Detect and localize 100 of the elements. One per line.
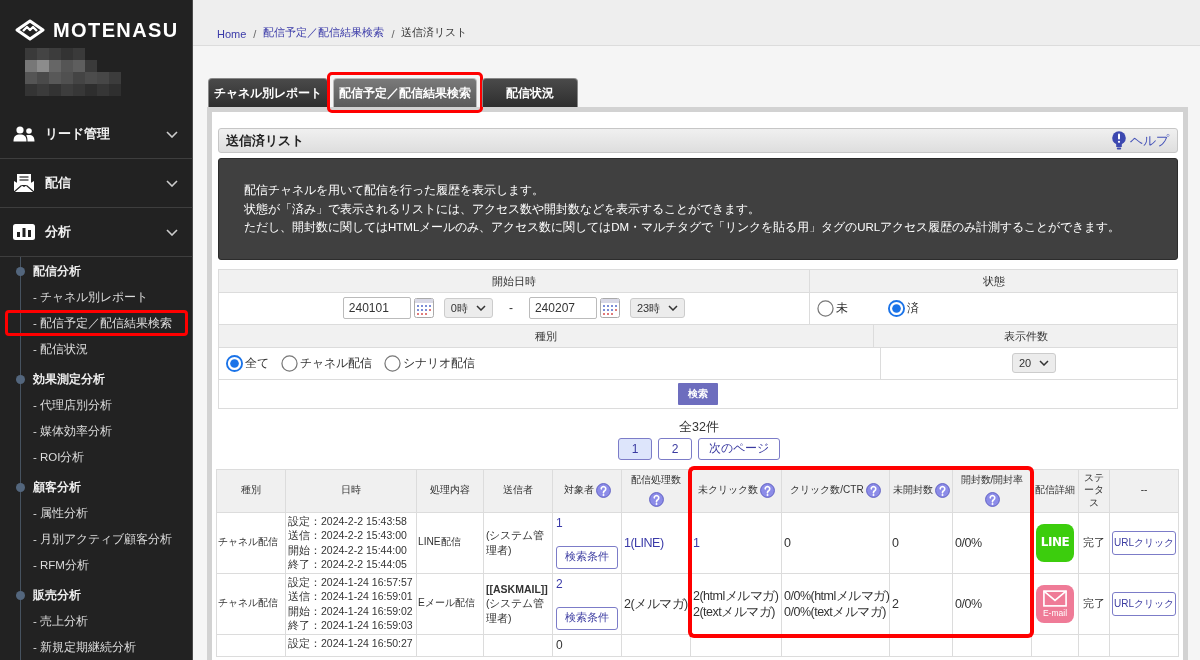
radio-option[interactable]: 未 [817,299,848,317]
radio-button[interactable] [281,354,298,372]
table-cell: 設定：2024-1-24 16:57:57 送信：2024-1-24 16:59:01 開始：2024-1-24 16:59:02 終了：2024-1-24 16:59:03 [286,573,416,634]
search-conditions-button[interactable]: 検索条件 [556,545,618,569]
table-cell: [[ASKMAIL]] (システム管理者) [484,573,552,634]
count-link[interactable]: 2 [556,576,563,591]
nav-item[interactable]: - 配信状況 [33,341,89,357]
help-link[interactable]: ヘルプ [1130,131,1169,150]
nav-section[interactable]: リード管理 [0,110,192,159]
envelope-icon [1043,589,1067,607]
hour-select[interactable]: 0時 [443,298,493,318]
form-heading: 状態 [810,269,1177,292]
group-heading: 効果測定分析 [33,371,105,387]
date-field[interactable]: 240207 [528,297,597,319]
help-icon[interactable] [759,483,775,498]
header-label: -- [1140,484,1148,497]
radio-button[interactable] [817,299,834,317]
table-cell: (システム管理者) [484,512,552,573]
date-field[interactable]: 240101 [342,297,411,319]
page-button[interactable]: 2 [658,437,692,460]
timeline-dot-icon [16,266,25,276]
help-icon[interactable] [865,483,881,498]
group-heading: 販売分析 [33,587,81,603]
url-click-button[interactable]: URLクリック [1112,591,1176,616]
caret-icon [1039,360,1050,366]
page-button[interactable]: 1 [618,437,652,460]
logo-mark-icon [15,19,45,41]
nav-item[interactable]: - 配信予定／配信結果検索 [33,315,173,331]
table-cell: 0/0% [953,573,1031,634]
page-size-select[interactable]: 20 [1011,353,1057,373]
nav-item[interactable]: - 月別アクティブ顧客分析 [33,531,173,547]
tab[interactable]: 配信予定／配信結果検索 [333,78,477,107]
count-link[interactable]: 1(LINE) [622,512,690,573]
header-label: 送信者 [503,484,533,497]
people-icon [13,126,35,142]
table-cell [1079,634,1109,656]
form-heading: 表示件数 [874,324,1177,347]
tab[interactable]: 配信状況 [482,78,578,107]
count-text: 0 [556,637,563,652]
result-count: 全32件 [678,418,720,435]
help-icon[interactable] [934,483,950,498]
count-link[interactable]: 1 [691,512,781,573]
nav-item[interactable]: - 媒体効率分析 [33,423,113,439]
radio-button[interactable] [384,354,401,372]
table-cell [417,634,483,656]
help-icon[interactable] [595,483,611,498]
caret-icon [668,305,679,311]
table-cell: LINE配信 [417,512,483,573]
nav-section[interactable]: 分析 [0,208,192,257]
radio-option[interactable]: 全て [226,354,269,372]
mail-icon [13,173,35,193]
timeline-dot-icon [16,482,25,492]
nav-item[interactable]: - ROI分析 [33,449,85,465]
nav-item[interactable]: - 代理店別分析 [33,397,113,413]
nav-item[interactable]: - 新規定期継続分析 [33,639,137,655]
timeline-dot-icon [16,590,25,600]
header-label: 対象者 [563,484,594,497]
breadcrumb-link[interactable]: 配信予定／配信結果検索 [263,25,385,40]
info-text: 配信チャネルを用いて配信を行った履歴を表示します。 [244,183,545,198]
help-icon[interactable] [648,492,664,508]
header-label: 種別 [241,484,261,497]
table-cell: 0/0%(htmlメルマガ) 0/0%(textメルマガ) [782,573,889,634]
logo-text: MOTENASU [53,18,179,42]
nav-item[interactable]: - 売上分析 [33,613,89,629]
nav-item[interactable]: - 属性分析 [33,505,89,521]
radio-option[interactable]: チャネル配信 [281,354,372,372]
header-label: クリック数/CTR [790,484,864,497]
table-cell: 完了 [1079,573,1109,634]
count-link[interactable]: 1 [556,515,563,530]
help-icon[interactable] [984,492,1000,508]
header-label: 処理内容 [430,484,470,497]
nav-section[interactable]: 配信 [0,159,192,208]
calendar-icon[interactable] [413,298,434,318]
breadcrumb-current: 送信済リスト [401,25,468,40]
radio-option[interactable]: シナリオ配信 [384,354,475,372]
header-label: 配信詳細 [1035,484,1075,497]
table-cell: 設定：2024-1-24 16:50:27 [286,634,416,656]
table-cell: チャネル配信 [217,573,285,634]
hour-select[interactable]: 23時 [629,298,686,318]
breadcrumb-separator: / [253,28,257,40]
search-button[interactable]: 検索 [678,382,718,405]
header-label: 日時 [341,484,361,497]
breadcrumb-link[interactable]: Home [217,28,247,40]
panel-title: 送信済リスト [226,131,304,150]
radio-option[interactable]: 済 [888,299,919,317]
page-button[interactable]: 次のページ [698,437,780,460]
url-click-button[interactable]: URLクリック [1112,530,1176,555]
table-cell: Eメール配信 [417,573,483,634]
tab[interactable]: チャネル別レポート [208,78,328,107]
nav-item[interactable]: - チャネル別レポート [33,289,149,305]
form-heading: 開始日時 [219,269,810,292]
table-cell: 2(メルマガ) [622,573,690,634]
table-cell: 0 [890,512,952,573]
group-heading: 配信分析 [33,263,81,279]
nav-item[interactable]: - RFM分析 [33,557,89,573]
search-conditions-button[interactable]: 検索条件 [556,606,618,630]
calendar-icon[interactable] [599,298,620,318]
radio-button[interactable] [226,354,243,372]
table-cell: 2(htmlメルマガ) 2(textメルマガ) [691,573,781,634]
radio-button[interactable] [888,299,905,317]
